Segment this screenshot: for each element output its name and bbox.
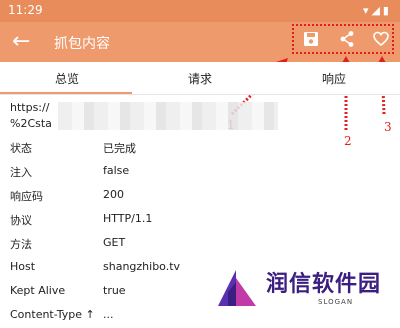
request-url: https:// %2Csta: [10, 100, 52, 132]
detail-value: true: [103, 284, 126, 297]
detail-key: Host: [10, 260, 36, 273]
tab-bar: 总览 请求 响应: [0, 62, 400, 95]
detail-row-method: 方法 GET: [0, 232, 400, 256]
tab-response[interactable]: 响应: [322, 70, 346, 87]
watermark-slogan: SLOGAN: [318, 298, 354, 306]
annotation-number-3: 3: [384, 120, 392, 134]
detail-row-inject: 注入 false: [0, 160, 400, 184]
detail-value: GET: [103, 236, 126, 249]
tab-overview[interactable]: 总览: [55, 70, 79, 87]
detail-row-response-code: 响应码 200: [0, 184, 400, 208]
detail-key: Content-Type ↑: [10, 308, 95, 321]
detail-value: 已完成: [103, 142, 136, 155]
watermark-text: 润信软件园: [266, 272, 382, 297]
detail-key: 响应码: [10, 190, 43, 203]
tab-indicator: [0, 92, 132, 94]
detail-value: HTTP/1.1: [103, 212, 153, 225]
detail-key: 方法: [10, 238, 32, 251]
detail-value: 200: [103, 188, 124, 201]
detail-row-status: 状态 已完成: [0, 136, 400, 160]
detail-key: 注入: [10, 166, 32, 179]
detail-value: false: [103, 164, 130, 177]
url-line-1: https://: [10, 101, 50, 114]
watermark: 润信软件园 SLOGAN: [208, 262, 386, 312]
watermark-logo-icon: [216, 268, 258, 312]
url-line-2: %2Csta: [10, 117, 52, 130]
detail-row-protocol: 协议 HTTP/1.1: [0, 208, 400, 232]
detail-value: shangzhibo.tv: [103, 260, 181, 273]
detail-key: Kept Alive: [10, 284, 66, 297]
redacted-url-area: [58, 102, 278, 130]
tab-request[interactable]: 请求: [188, 70, 212, 87]
detail-key: 状态: [10, 142, 32, 155]
detail-key: 协议: [10, 214, 32, 227]
detail-value: ...: [103, 308, 114, 321]
